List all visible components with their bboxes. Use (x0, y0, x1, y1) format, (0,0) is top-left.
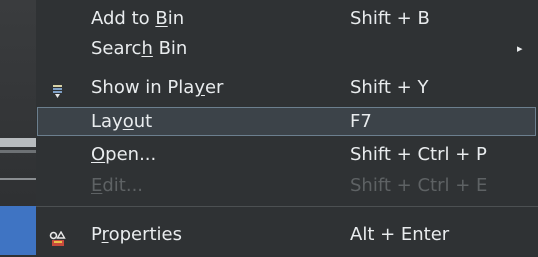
background-panel (0, 0, 36, 255)
menu-item-label: Edit... (91, 175, 144, 196)
menu-item-search-bin[interactable]: Search Bin ▸ (36, 34, 538, 64)
menu-separator (36, 206, 538, 207)
menu-item-shortcut: F7 (350, 111, 372, 132)
menu-item-label: Open... (91, 144, 157, 165)
menu-item-shortcut: Alt + Enter (350, 224, 450, 245)
menu-item-shortcut: Shift + Y (350, 77, 429, 98)
menu-item-edit: Edit... Shift + Ctrl + E (36, 171, 538, 201)
menu-item-add-to-bin[interactable]: Add to Bin Shift + B (36, 4, 538, 34)
menu-item-shortcut: Shift + B (350, 8, 430, 29)
background-divider-2 (0, 178, 36, 180)
menu-item-shortcut: Shift + Ctrl + P (350, 144, 487, 165)
background-divider (0, 150, 36, 153)
menu-item-label: Search Bin (91, 38, 188, 59)
menu-item-show-in-player[interactable]: Show in Player Shift + Y (36, 73, 538, 103)
menu-item-open[interactable]: Open... Shift + Ctrl + P (36, 140, 538, 170)
background-selection (0, 206, 36, 255)
context-menu: Add to Bin Shift + B Search Bin ▸ Show i… (36, 0, 538, 255)
menu-item-layout[interactable]: Layout F7 (36, 107, 538, 137)
menu-item-label: Layout (91, 111, 153, 132)
menu-item-label: Add to Bin (91, 8, 185, 29)
menu-item-shortcut: Shift + Ctrl + E (350, 175, 488, 196)
submenu-arrow-icon: ▸ (517, 42, 523, 55)
menu-item-label: Properties (91, 224, 182, 245)
menu-item-label: Show in Player (91, 77, 224, 98)
properties-icon (49, 227, 67, 246)
menu-item-properties[interactable]: Properties Alt + Enter (36, 220, 538, 250)
background-scrollbar-track (0, 138, 36, 147)
player-icon (49, 80, 67, 98)
